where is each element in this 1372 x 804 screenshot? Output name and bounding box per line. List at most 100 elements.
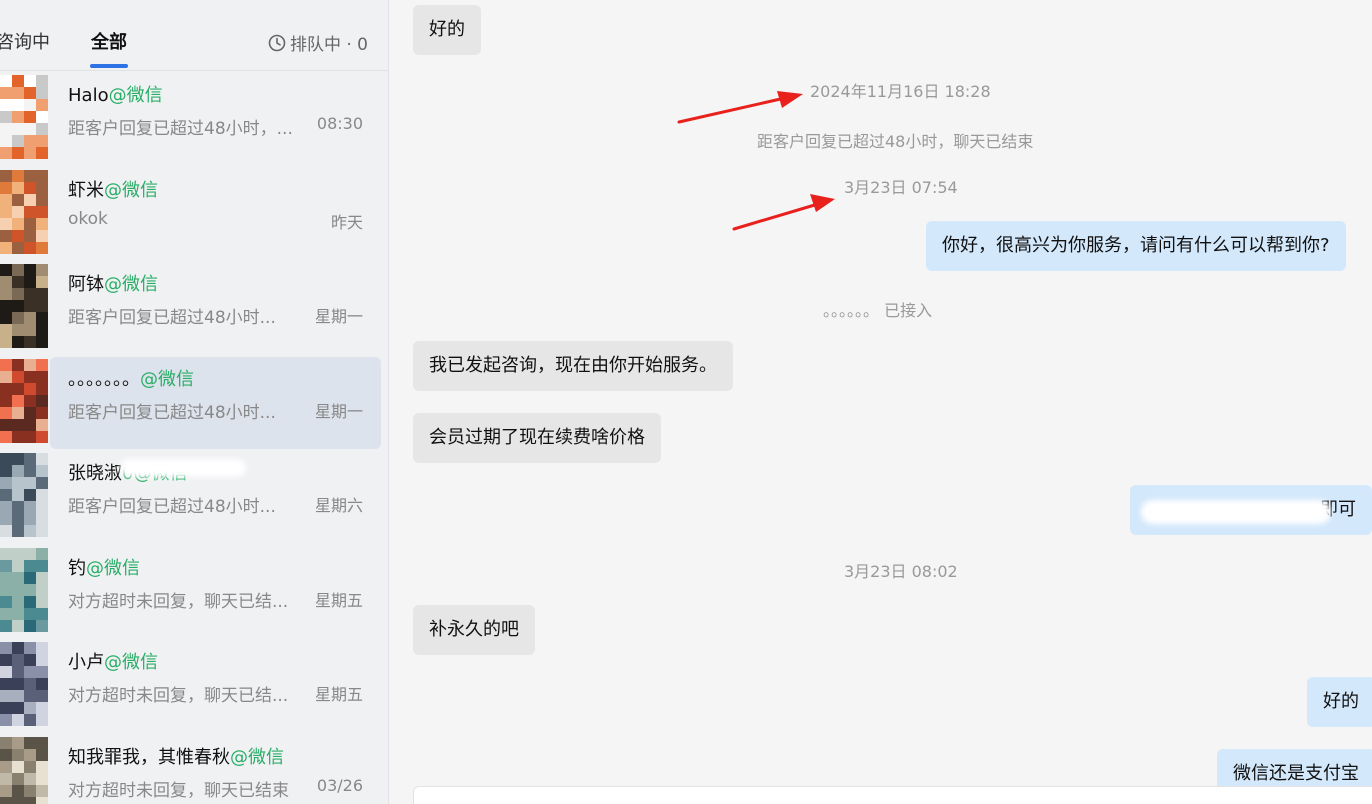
conversation-item[interactable]: 钓@微信 对方超时未回复，聊天已结... 星期五 bbox=[0, 544, 388, 638]
avatar-pixel bbox=[0, 359, 12, 371]
avatar-pixel bbox=[0, 749, 12, 761]
avatar-pixel bbox=[12, 596, 24, 608]
avatar-pixel bbox=[12, 264, 24, 276]
message-input[interactable] bbox=[413, 786, 1372, 804]
avatar-pixel bbox=[24, 666, 36, 678]
avatar-pixel bbox=[12, 453, 24, 465]
avatar-pixel bbox=[12, 431, 24, 443]
avatar-pixel bbox=[36, 690, 48, 702]
avatar-pixel bbox=[24, 548, 36, 560]
tab-all[interactable]: 全部 bbox=[91, 28, 127, 54]
avatar-pixel bbox=[0, 489, 12, 501]
conversation-item[interactable]: 知我罪我，其惟春秋@微信 对方超时未回复，聊天已结束 03/26 bbox=[0, 733, 388, 804]
avatar-pixel bbox=[12, 182, 24, 194]
conversation-item[interactable]: Halo@微信 距客户回复已超过48小时，... 08:30 bbox=[0, 71, 388, 165]
avatar-pixel bbox=[36, 419, 48, 431]
avatar-pixel bbox=[24, 773, 36, 785]
message-preview: 对方超时未回复，聊天已结... bbox=[68, 592, 289, 612]
avatar-pixel bbox=[24, 170, 36, 182]
avatar-pixel bbox=[12, 359, 24, 371]
avatar-pixel bbox=[12, 797, 24, 804]
redaction-blur bbox=[1141, 500, 1331, 524]
message-preview: 对方超时未回复，聊天已结... bbox=[68, 686, 289, 706]
avatar-pixel bbox=[0, 312, 12, 324]
avatar-pixel bbox=[24, 324, 36, 336]
incoming-message: 好的 bbox=[413, 5, 481, 55]
conversation-item[interactable]: 小卢@微信 对方超时未回复，聊天已结... 星期五 bbox=[0, 638, 388, 732]
avatar-pixel bbox=[12, 642, 24, 654]
avatar-pixel bbox=[0, 395, 12, 407]
avatar-pixel bbox=[12, 620, 24, 632]
avatar-pixel bbox=[36, 371, 48, 383]
contact-name: 小卢 bbox=[68, 652, 104, 673]
avatar-pixel bbox=[24, 642, 36, 654]
conversation-item[interactable]: 阿钵@微信 距客户回复已超过48小时... 星期一 bbox=[0, 260, 388, 354]
avatar-pixel bbox=[0, 737, 12, 749]
outgoing-message: 你好，很高兴为你服务，请问有什么可以帮到你? bbox=[926, 221, 1346, 271]
tab-consulting[interactable]: 咨询中 bbox=[0, 28, 50, 54]
avatar-pixel bbox=[0, 264, 12, 276]
avatar-pixel bbox=[36, 206, 48, 218]
contact-name: 阿钵 bbox=[68, 274, 104, 295]
avatar-pixel bbox=[24, 737, 36, 749]
avatar-pixel bbox=[36, 324, 48, 336]
avatar-pixel bbox=[12, 276, 24, 288]
conversation-time: 星期五 bbox=[314, 591, 363, 610]
avatar-pixel bbox=[12, 147, 24, 159]
avatar-pixel bbox=[12, 489, 24, 501]
avatar-pixel bbox=[36, 785, 48, 797]
avatar-pixel bbox=[24, 300, 36, 312]
avatar-pixel bbox=[24, 111, 36, 123]
avatar-pixel bbox=[36, 75, 48, 87]
conversation-item-selected[interactable]: 。。。。。。。@微信 距客户回复已超过48小时... 星期一 bbox=[0, 355, 388, 449]
avatar-pixel bbox=[0, 147, 12, 159]
avatar-pixel bbox=[24, 761, 36, 773]
avatar-pixel bbox=[0, 453, 12, 465]
avatar-pixel bbox=[12, 761, 24, 773]
avatar-pixel bbox=[12, 123, 24, 135]
avatar-pixel bbox=[12, 773, 24, 785]
avatar-pixel bbox=[0, 761, 12, 773]
avatar-pixel bbox=[0, 690, 12, 702]
timestamp: 2024年11月16日 18:28 bbox=[810, 82, 991, 101]
avatar-pixel bbox=[24, 182, 36, 194]
avatar-pixel bbox=[12, 678, 24, 690]
avatar-pixel bbox=[36, 489, 48, 501]
annotation-arrow bbox=[732, 194, 835, 231]
avatar-pixel bbox=[24, 431, 36, 443]
queue-status[interactable]: 排队中 · 0 bbox=[268, 30, 368, 55]
message-preview: 距客户回复已超过48小时... bbox=[68, 497, 276, 517]
avatar-pixel bbox=[24, 371, 36, 383]
avatar-pixel bbox=[12, 654, 24, 666]
avatar-pixel bbox=[12, 513, 24, 525]
avatar-pixel bbox=[36, 525, 48, 537]
avatar-pixel bbox=[36, 383, 48, 395]
avatar-pixel bbox=[24, 135, 36, 147]
avatar-pixel bbox=[36, 123, 48, 135]
channel-label: @微信 bbox=[86, 558, 140, 579]
incoming-message: 我已发起咨询，现在由你开始服务。 bbox=[413, 341, 733, 391]
avatar-pixel bbox=[36, 548, 48, 560]
avatar-pixel bbox=[36, 666, 48, 678]
avatar-pixel bbox=[24, 690, 36, 702]
avatar-pixel bbox=[0, 654, 12, 666]
avatar-pixel bbox=[36, 359, 48, 371]
avatar-pixel bbox=[24, 87, 36, 99]
conversation-tabs: 咨询中 全部 排队中 · 0 bbox=[0, 0, 388, 71]
avatar-pixel bbox=[36, 773, 48, 785]
conversation-item[interactable]: 张晓淑0@微信 距客户回复已超过48小时... 星期六 bbox=[0, 449, 388, 543]
avatar-pixel bbox=[0, 702, 12, 714]
avatar bbox=[0, 75, 48, 161]
conversation-item[interactable]: 虾米@微信 okok 昨天 bbox=[0, 166, 388, 260]
contact-name: 钓 bbox=[68, 558, 86, 579]
avatar-pixel bbox=[12, 300, 24, 312]
avatar-pixel bbox=[36, 218, 48, 230]
avatar-pixel bbox=[24, 264, 36, 276]
avatar-pixel bbox=[12, 395, 24, 407]
avatar-pixel bbox=[0, 773, 12, 785]
avatar bbox=[0, 453, 48, 539]
avatar-pixel bbox=[24, 797, 36, 804]
conversation-time: 星期五 bbox=[314, 685, 363, 704]
avatar-pixel bbox=[24, 714, 36, 726]
avatar-pixel bbox=[12, 371, 24, 383]
